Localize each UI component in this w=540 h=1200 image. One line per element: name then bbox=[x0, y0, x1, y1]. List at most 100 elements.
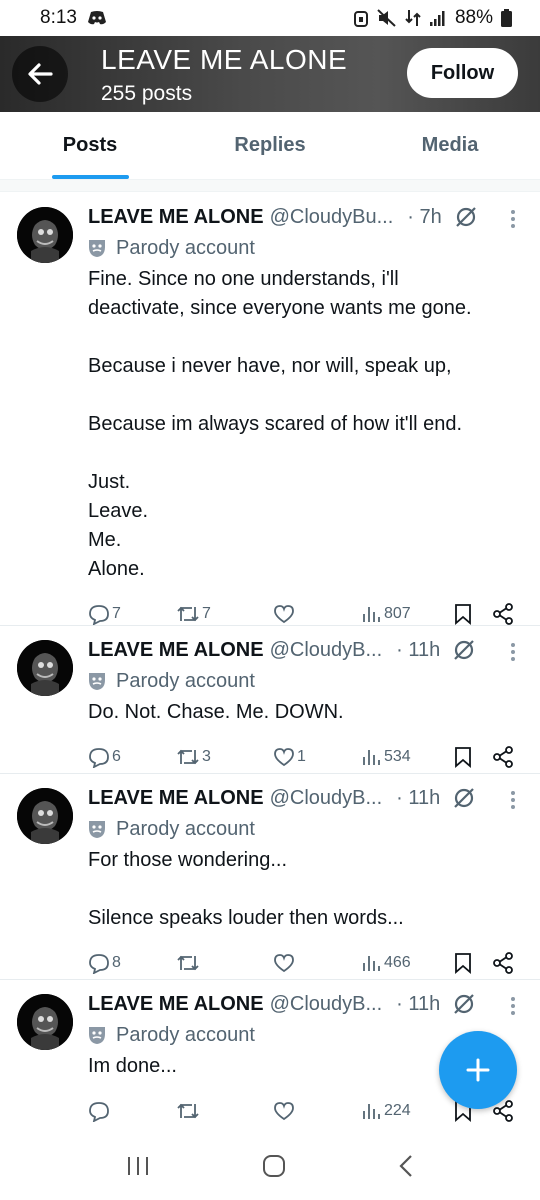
parody-text: Parody account bbox=[116, 236, 255, 259]
post-time[interactable]: · 7h bbox=[407, 206, 441, 229]
share-button[interactable] bbox=[492, 952, 514, 974]
like-button[interactable] bbox=[273, 1101, 297, 1121]
bookmark-icon bbox=[455, 604, 471, 625]
views-button[interactable]: 466 bbox=[362, 954, 411, 972]
reply-button[interactable]: 7 bbox=[88, 603, 121, 625]
reply-button[interactable] bbox=[88, 1100, 112, 1122]
author-handle[interactable]: @CloudyB... bbox=[270, 787, 383, 810]
avatar[interactable] bbox=[17, 994, 73, 1050]
post-item[interactable]: LEAVE ME ALONE @CloudyB... · 11h Parody … bbox=[0, 774, 540, 980]
author-name[interactable]: LEAVE ME ALONE bbox=[88, 206, 264, 229]
post-time[interactable]: · 11h bbox=[396, 639, 440, 662]
more-options-icon[interactable] bbox=[510, 996, 516, 1021]
divider bbox=[0, 180, 540, 192]
mask-icon bbox=[88, 819, 106, 839]
reply-icon bbox=[89, 748, 109, 768]
share-icon bbox=[493, 603, 513, 625]
heart-icon bbox=[274, 748, 294, 767]
grok-icon[interactable] bbox=[454, 205, 478, 229]
heart-icon bbox=[274, 605, 294, 624]
author-name[interactable]: LEAVE ME ALONE bbox=[88, 787, 264, 810]
author-name[interactable]: LEAVE ME ALONE bbox=[88, 993, 264, 1016]
repost-count: 7 bbox=[202, 605, 211, 622]
discord-icon bbox=[87, 10, 107, 26]
grok-icon[interactable] bbox=[452, 638, 476, 662]
more-options-icon[interactable] bbox=[510, 790, 516, 815]
post-feed[interactable]: LEAVE ME ALONE @CloudyBu... · 7h Parody … bbox=[0, 193, 540, 1140]
compose-button[interactable] bbox=[439, 1031, 517, 1109]
active-tab-indicator bbox=[52, 175, 129, 179]
follow-button[interactable]: Follow bbox=[407, 48, 518, 98]
like-button[interactable] bbox=[273, 604, 297, 624]
post-line bbox=[88, 381, 522, 410]
views-button[interactable]: 807 bbox=[362, 605, 411, 623]
repost-button[interactable]: 3 bbox=[176, 746, 211, 768]
author-name[interactable]: LEAVE ME ALONE bbox=[88, 639, 264, 662]
post-line: Alone. bbox=[88, 558, 145, 580]
post-item[interactable]: LEAVE ME ALONE @CloudyBu... · 7h Parody … bbox=[0, 193, 540, 626]
back-button[interactable] bbox=[12, 46, 68, 102]
post-line: Just. bbox=[88, 471, 131, 493]
reply-button[interactable]: 6 bbox=[88, 746, 121, 768]
status-bar: 8:13 88% bbox=[0, 0, 540, 36]
reply-count: 6 bbox=[112, 748, 121, 765]
reply-count: 7 bbox=[112, 605, 121, 622]
grok-icon[interactable] bbox=[452, 786, 476, 810]
parody-label: Parody account bbox=[88, 666, 522, 696]
post-line: deactivate, since everyone wants me gone… bbox=[88, 297, 472, 319]
post-text: Fine. Since no one understands, i'll dea… bbox=[88, 265, 522, 584]
author-handle[interactable]: @CloudyBu... bbox=[270, 206, 394, 229]
like-button[interactable] bbox=[273, 953, 297, 973]
post-item[interactable]: LEAVE ME ALONE @CloudyB... · 11h Parody … bbox=[0, 626, 540, 774]
repost-button[interactable] bbox=[176, 952, 202, 974]
more-options-icon[interactable] bbox=[510, 209, 516, 234]
post-line: Because im always scared of how it'll en… bbox=[88, 413, 462, 435]
arrow-left-icon bbox=[28, 63, 53, 85]
profile-tabs: Posts Replies Media bbox=[0, 112, 540, 180]
post-text: For those wondering... Silence speaks lo… bbox=[88, 846, 522, 933]
system-back-button[interactable] bbox=[398, 1154, 414, 1183]
mask-icon bbox=[88, 671, 106, 691]
post-line: Fine. Since no one understands, i'll bbox=[88, 268, 399, 290]
mask-icon bbox=[88, 238, 106, 258]
bookmark-button[interactable] bbox=[454, 746, 472, 768]
system-navigation-bar bbox=[0, 1136, 540, 1200]
share-button[interactable] bbox=[492, 746, 514, 768]
bookmark-button[interactable] bbox=[454, 603, 472, 625]
reply-icon bbox=[89, 954, 109, 974]
grok-icon[interactable] bbox=[452, 992, 476, 1016]
views-chart-icon bbox=[363, 956, 380, 971]
like-button[interactable]: 1 bbox=[273, 747, 306, 767]
plus-icon bbox=[466, 1058, 490, 1082]
post-line: For those wondering... bbox=[88, 849, 287, 871]
recents-icon bbox=[128, 1156, 148, 1175]
reply-icon bbox=[89, 1102, 109, 1122]
bookmark-button[interactable] bbox=[454, 952, 472, 974]
tab-replies[interactable]: Replies bbox=[180, 112, 360, 179]
tab-posts[interactable]: Posts bbox=[0, 112, 180, 179]
repost-icon bbox=[177, 955, 199, 971]
views-button[interactable]: 224 bbox=[362, 1102, 411, 1120]
author-handle[interactable]: @CloudyB... bbox=[270, 639, 383, 662]
avatar[interactable] bbox=[17, 207, 73, 263]
post-line: Me. bbox=[88, 529, 122, 551]
avatar[interactable] bbox=[17, 788, 73, 844]
repost-button[interactable] bbox=[176, 1100, 202, 1122]
views-button[interactable]: 534 bbox=[362, 748, 411, 766]
mute-icon bbox=[377, 9, 397, 27]
post-time[interactable]: · 11h bbox=[396, 993, 440, 1016]
avatar[interactable] bbox=[17, 640, 73, 696]
tab-media[interactable]: Media bbox=[360, 112, 540, 179]
repost-button[interactable]: 7 bbox=[176, 603, 211, 625]
parody-text: Parody account bbox=[116, 817, 255, 840]
reply-count: 8 bbox=[112, 954, 121, 971]
views-count: 807 bbox=[384, 605, 411, 622]
more-options-icon[interactable] bbox=[510, 642, 516, 667]
home-button[interactable] bbox=[262, 1154, 286, 1183]
post-time[interactable]: · 11h bbox=[396, 787, 440, 810]
chevron-left-icon bbox=[399, 1154, 412, 1177]
recent-apps-button[interactable] bbox=[126, 1155, 150, 1182]
share-button[interactable] bbox=[492, 603, 514, 625]
reply-button[interactable]: 8 bbox=[88, 952, 121, 974]
author-handle[interactable]: @CloudyB... bbox=[270, 993, 383, 1016]
